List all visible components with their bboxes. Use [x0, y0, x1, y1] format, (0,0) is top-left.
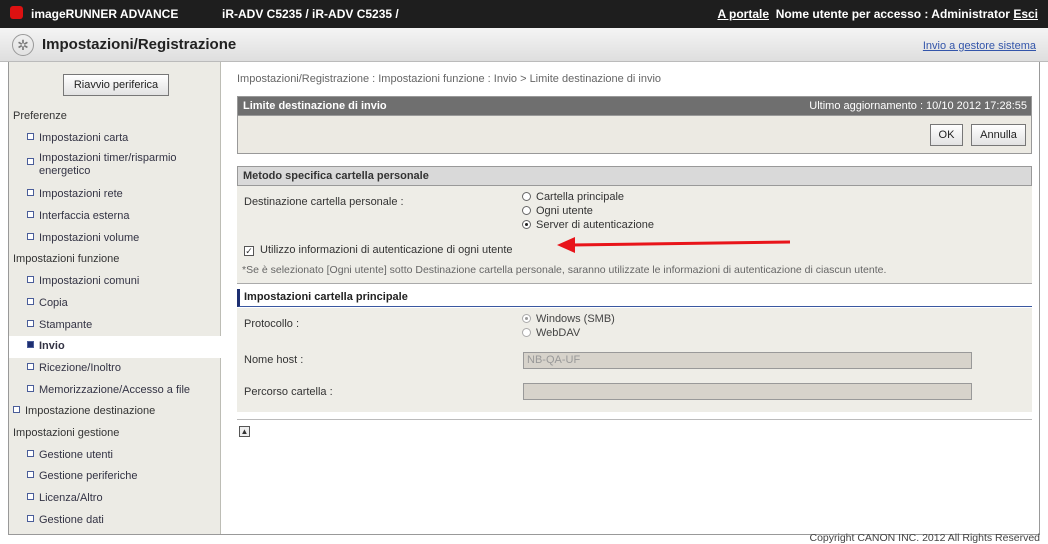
copyright: Copyright CANON INC. 2012 All Rights Res… [809, 532, 1040, 544]
brand-name: imageRUNNER ADVANCE [31, 7, 179, 21]
sidebar-item-label: Impostazioni carta [39, 131, 129, 144]
sidebar-item-utenti[interactable]: Gestione utenti [9, 445, 221, 467]
top-bar: imageRUNNER ADVANCE iR-ADV C5235 / iR-AD… [0, 0, 1048, 28]
user-area: A portale Nome utente per accesso : Admi… [717, 7, 1038, 21]
portal-link[interactable]: A portale [717, 7, 769, 21]
sidebar-item-label: Invio [39, 340, 65, 353]
main-content: Impostazioni/Registrazione : Impostazion… [231, 62, 1041, 534]
logout-link[interactable]: Esci [1013, 7, 1038, 21]
sidebar-item-label: Gestione utenti [39, 448, 113, 461]
bullet-icon [27, 362, 34, 370]
sidebar-item-label: Stampante [39, 318, 93, 331]
sidebar-item-ricezione[interactable]: Ricezione/Inoltro [9, 358, 221, 380]
bullet-icon [27, 276, 34, 284]
bullet-icon [27, 471, 34, 479]
sidebar-item-label: Impostazioni rete [39, 188, 123, 201]
restart-device-button[interactable]: Riavvio periferica [63, 74, 169, 96]
sidebar-item-interfaccia[interactable]: Interfaccia esterna [9, 206, 221, 228]
sidebar-item-dati[interactable]: Gestione dati [9, 510, 221, 532]
bullet-icon [27, 232, 34, 240]
sidebar-item-label: Impostazione destinazione [25, 405, 156, 418]
canon-logo-icon [10, 6, 23, 19]
sidebar-item-comuni[interactable]: Impostazioni comuni [9, 271, 221, 293]
sidebar-item-label: Interfaccia esterna [39, 210, 130, 223]
sidebar: Riavvio periferica Preferenze Impostazio… [9, 62, 221, 534]
device-name: iR-ADV C5235 / iR-ADV C5235 / [222, 7, 399, 21]
sidebar-item-destinazione[interactable]: Impostazione destinazione [9, 401, 221, 423]
sidebar-item-volume[interactable]: Impostazioni volume [9, 228, 221, 250]
page-header: ✲ Impostazioni/Registrazione Invio a ges… [0, 28, 1048, 62]
bullet-icon [27, 211, 34, 219]
bullet-icon [13, 406, 20, 414]
content-frame: Riavvio periferica Preferenze Impostazio… [8, 62, 1040, 534]
sidebar-item-label: Ricezione/Inoltro [39, 361, 121, 374]
page-title: Impostazioni/Registrazione [42, 36, 237, 53]
sidebar-section-preferenze[interactable]: Preferenze [9, 106, 221, 128]
sidebar-item-periferiche[interactable]: Gestione periferiche [9, 466, 221, 488]
bullet-icon [27, 514, 34, 522]
sidebar-item-timer[interactable]: Impostazioni timer/risparmio energetico [9, 149, 221, 184]
bullet-icon [27, 341, 34, 349]
sidebar-item-invio[interactable]: Invio [9, 336, 221, 358]
bullet-icon [27, 297, 34, 305]
sidebar-item-label: Impostazioni comuni [39, 275, 140, 288]
sidebar-item-label: Copia [39, 296, 68, 309]
sidebar-item-stampante[interactable]: Stampante [9, 315, 221, 337]
bullet-icon [27, 493, 34, 500]
sidebar-item-memorizzazione[interactable]: Memorizzazione/Accesso a file [9, 380, 221, 402]
bullet-icon [27, 158, 34, 166]
bullet-icon [27, 319, 34, 327]
sidebar-item-label: Impostazioni volume [39, 231, 140, 244]
sidebar-tree: Preferenze Impostazioni carta Impostazio… [9, 106, 221, 531]
bullet-icon [27, 189, 34, 197]
bullet-icon [27, 449, 34, 457]
settings-gear-icon: ✲ [12, 34, 34, 56]
sidebar-section-gestione[interactable]: Impostazioni gestione [9, 423, 221, 445]
bullet-icon [27, 384, 34, 392]
sidebar-item-label: Gestione periferiche [39, 470, 138, 483]
sidebar-item-copia[interactable]: Copia [9, 293, 221, 315]
sidebar-item-label: Licenza/Altro [39, 492, 103, 504]
sidebar-item-impostazioni-carta[interactable]: Impostazioni carta [9, 128, 221, 150]
login-user: Nome utente per accesso : Administrator [775, 7, 1010, 21]
sidebar-item-label: Gestione dati [39, 513, 104, 526]
sidebar-item-label: Impostazioni timer/risparmio energetico [39, 152, 177, 178]
bullet-icon [27, 132, 34, 140]
sidebar-item-label: Memorizzazione/Accesso a file [39, 383, 191, 396]
sidebar-item-licenza[interactable]: Licenza/Altro [9, 488, 221, 510]
sidebar-section-funzione[interactable]: Impostazioni funzione [9, 249, 221, 271]
send-to-manager-link[interactable]: Invio a gestore sistema [923, 40, 1036, 52]
red-arrow-annotation [557, 237, 791, 253]
sidebar-item-rete[interactable]: Impostazioni rete [9, 184, 221, 206]
